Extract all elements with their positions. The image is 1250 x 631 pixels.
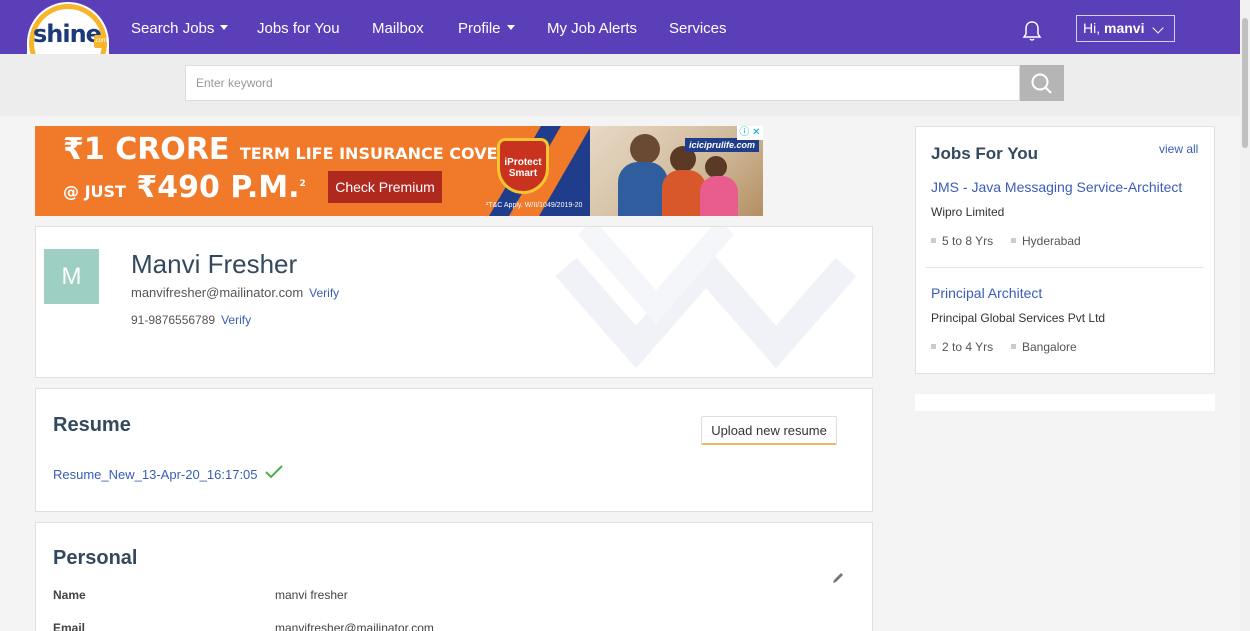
personal-card: Personal Name manvi fresher Email manvif… — [35, 522, 873, 631]
job-company: Principal Global Services Pvt Ltd — [931, 311, 1106, 325]
resume-card: Resume Upload new resume Resume_New_13-A… — [35, 388, 873, 512]
profile-name: Manvi Fresher — [131, 249, 298, 279]
view-all-link[interactable]: view all — [1159, 142, 1198, 156]
ad-headline-line2: @ JUST ₹490 P.M.2 — [63, 170, 306, 205]
job-experience-text: 5 to 8 Yrs — [942, 234, 994, 248]
caret-down-icon — [220, 25, 229, 30]
nav-my-job-alerts-label: My Job Alerts — [547, 20, 638, 37]
user-name: manvi — [1104, 20, 1145, 36]
nav-jobs-for-you-label: Jobs for You — [257, 20, 340, 37]
greeting-text: Hi, — [1083, 20, 1101, 36]
resume-file-link[interactable]: Resume_New_13-Apr-20_16:17:05 — [53, 467, 258, 482]
nav-services[interactable]: Services — [669, 20, 727, 37]
field-label-email: Email — [53, 621, 86, 631]
search-button[interactable] — [1020, 65, 1064, 101]
nav-search-jobs-label: Search Jobs — [131, 20, 215, 37]
ad-person — [630, 134, 660, 164]
field-value-name: manvi fresher — [275, 588, 348, 602]
nav-services-label: Services — [669, 20, 727, 37]
ad-site-label: iciciprulife.com — [685, 138, 760, 152]
nav-my-job-alerts[interactable]: My Job Alerts — [547, 20, 637, 37]
nav-profile[interactable]: Profile — [458, 20, 515, 37]
personal-section-title: Personal — [53, 547, 138, 569]
notification-bell-icon[interactable] — [1022, 20, 1042, 42]
logo-text: shine — [33, 20, 102, 48]
avatar[interactable]: M — [44, 249, 99, 304]
top-navigation-bar: shine .com Search Jobs Jobs for You Mail… — [0, 0, 1250, 60]
job-company: Wipro Limited — [931, 205, 1005, 219]
ad-tnc-text: ²T&C Apply. W/II/1049/2019-20 — [486, 202, 583, 209]
ad-cover-text: TERM LIFE INSURANCE COVER — [239, 144, 510, 163]
job-location: Hyderabad — [1011, 234, 1081, 248]
ad-choices-close-icon[interactable]: ⓘ ✕ — [737, 126, 763, 140]
page-scrollbar-thumb[interactable] — [1242, 18, 1248, 148]
insurance-ad-banner[interactable]: ₹1 CRORE TERM LIFE INSURANCE COVER @ JUS… — [35, 126, 763, 216]
upload-resume-button[interactable]: Upload new resume — [701, 416, 837, 445]
sidebar-widget-placeholder — [915, 394, 1215, 411]
user-menu-button[interactable]: Hi, manvi — [1076, 15, 1175, 42]
job-experience-text: 2 to 4 Yrs — [942, 340, 994, 354]
profile-phone-row: 91-9876556789 Verify — [131, 313, 251, 327]
field-label-name: Name — [53, 588, 86, 602]
checkmark-icon — [265, 465, 283, 479]
bullet-icon — [1011, 238, 1016, 243]
nav-search-jobs[interactable]: Search Jobs — [131, 20, 229, 37]
bullet-icon — [931, 238, 936, 243]
ad-headline-line1: ₹1 CRORE TERM LIFE INSURANCE COVER — [63, 132, 510, 167]
edit-pencil-icon[interactable] — [831, 571, 845, 585]
resume-section-title: Resume — [53, 414, 131, 436]
nav-mailbox-label: Mailbox — [372, 20, 424, 37]
profile-phone: 91-9876556789 — [131, 313, 216, 327]
search-input[interactable] — [185, 65, 1020, 101]
bullet-icon — [1011, 344, 1016, 349]
job-title-link[interactable]: Principal Architect — [931, 285, 1042, 301]
logo-suffix: .com — [94, 35, 107, 48]
profile-email: manvifresher@mailinator.com — [131, 285, 304, 300]
search-icon — [1031, 73, 1052, 94]
job-location: Bangalore — [1011, 340, 1077, 354]
ad-superscript: 2 — [299, 179, 306, 189]
ad-just-text: @ JUST — [63, 182, 126, 201]
nav-jobs-for-you[interactable]: Jobs for You — [257, 20, 340, 37]
verify-phone-link[interactable]: Verify — [221, 313, 251, 327]
verify-email-link[interactable]: Verify — [309, 286, 339, 300]
job-location-text: Hyderabad — [1022, 234, 1081, 248]
field-value-email: manvifresher@mailinator.com — [275, 621, 434, 631]
bullet-icon — [931, 344, 936, 349]
ad-amount: ₹1 CRORE — [63, 132, 230, 167]
chevron-down-icon — [1152, 22, 1164, 34]
iprotect-smart-badge: iProtect Smart — [497, 138, 549, 194]
job-title-link[interactable]: JMS - Java Messaging Service-Architect — [931, 179, 1182, 195]
caret-down-icon — [506, 25, 515, 30]
job-location-text: Bangalore — [1022, 340, 1077, 354]
decorative-watermark — [555, 227, 857, 369]
profile-card: M Manvi Fresher manvifresher@mailinator.… — [35, 226, 873, 378]
jobs-for-you-title: Jobs For You — [931, 144, 1039, 163]
nav-profile-label: Profile — [458, 20, 501, 37]
job-experience: 2 to 4 Yrs — [931, 340, 993, 354]
profile-email-row: manvifresher@mailinator.com Verify — [131, 285, 339, 300]
ad-person — [700, 176, 738, 216]
ad-price: ₹490 P.M. — [136, 170, 300, 205]
ad-person — [618, 162, 668, 216]
job-divider — [926, 267, 1204, 268]
nav-mailbox[interactable]: Mailbox — [372, 20, 424, 37]
ad-person — [705, 156, 727, 178]
job-experience: 5 to 8 Yrs — [931, 234, 993, 248]
check-premium-button[interactable]: Check Premium — [328, 171, 442, 203]
shine-logo[interactable]: shine .com — [27, 2, 109, 60]
jobs-for-you-card: Jobs For You view all JMS - Java Messagi… — [915, 126, 1215, 374]
